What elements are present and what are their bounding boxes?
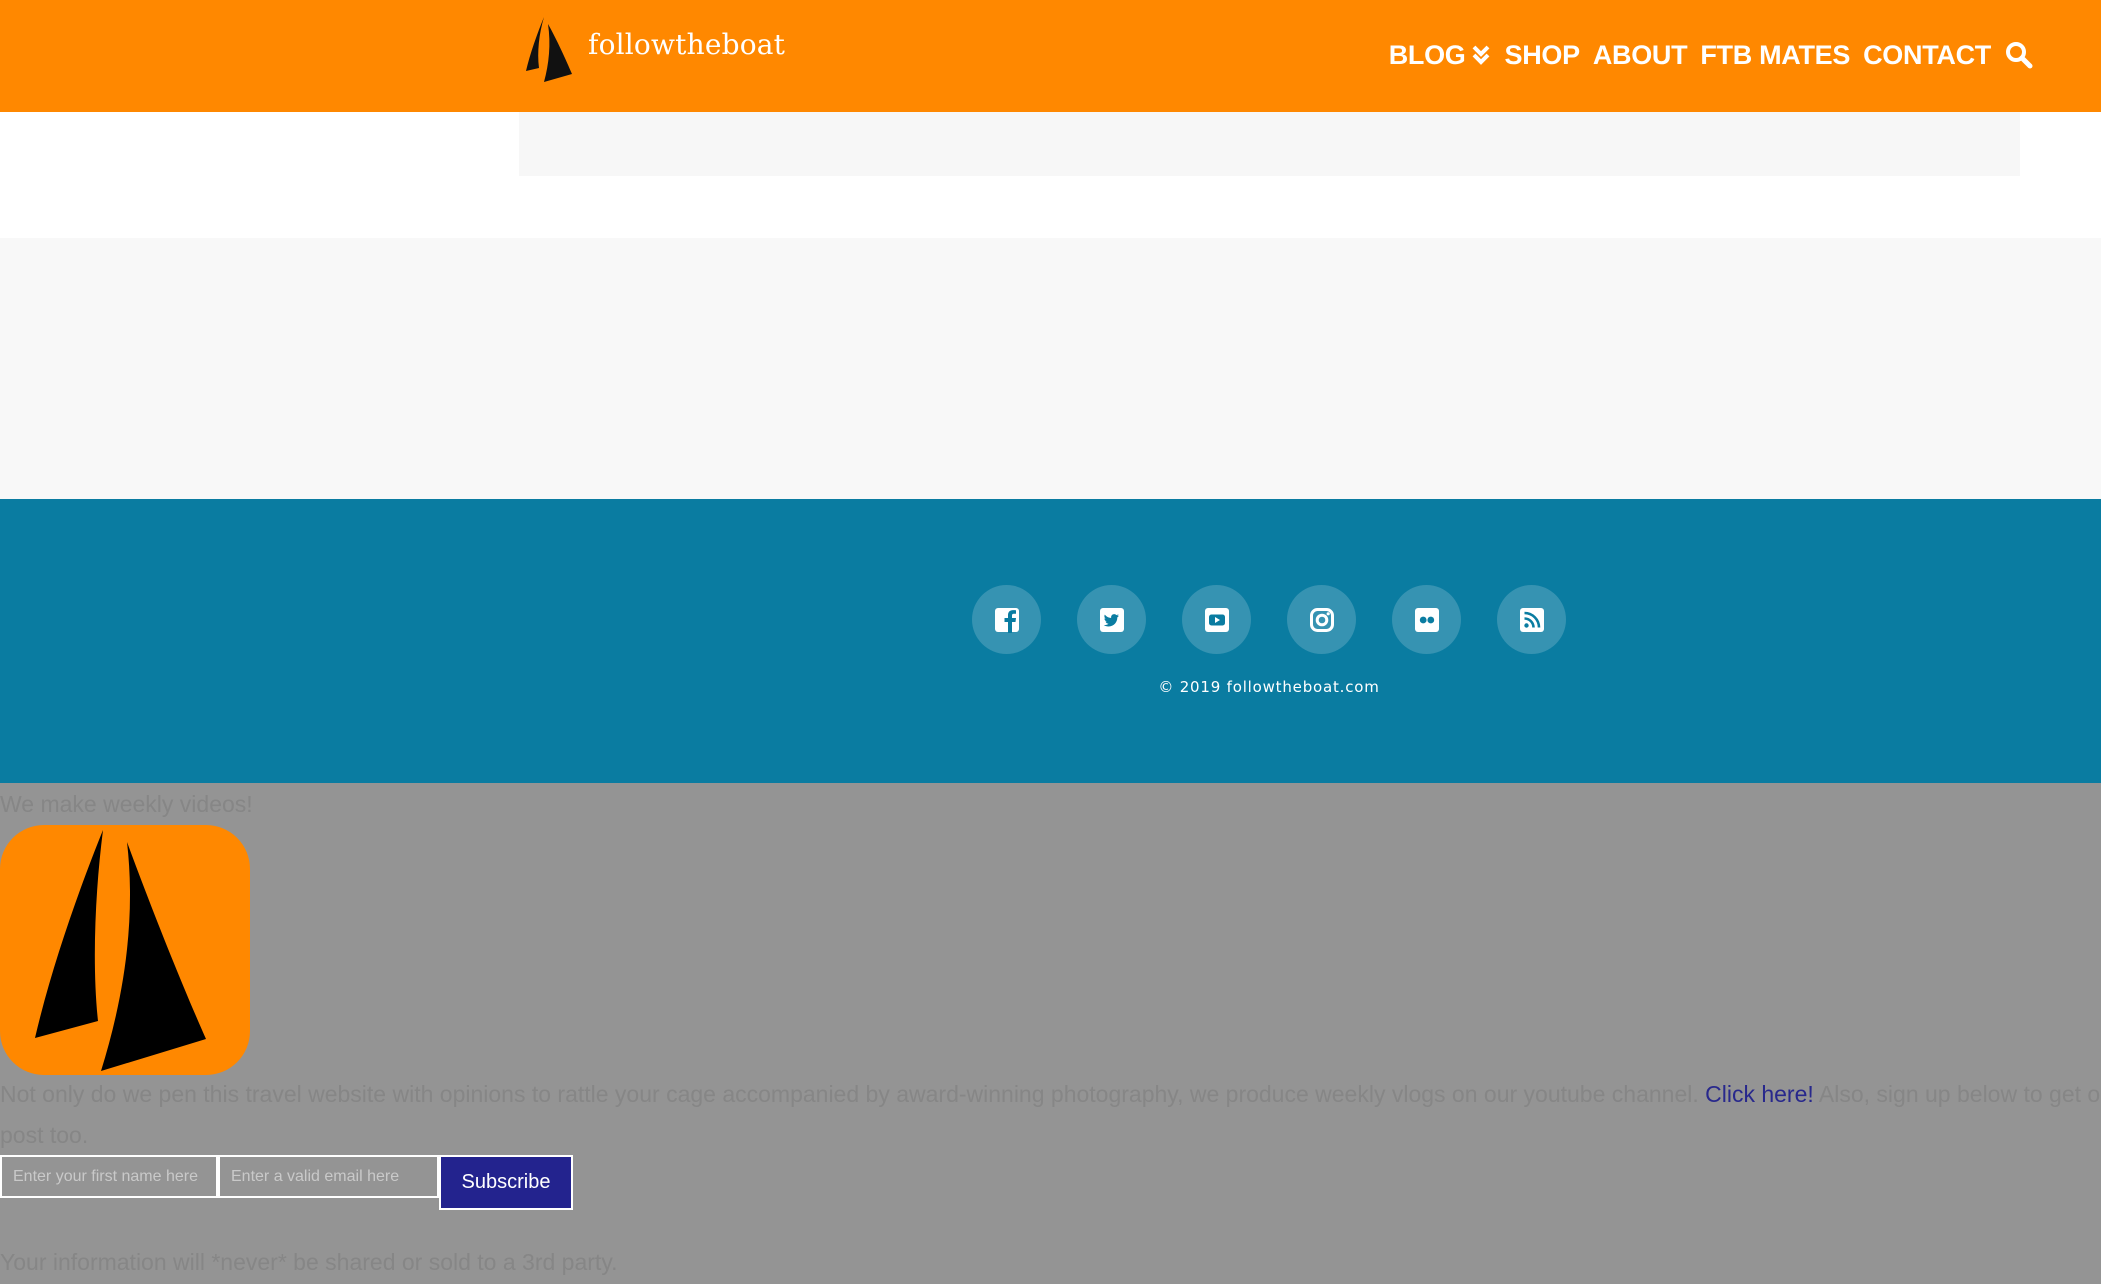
nav-item-label: ABOUT [1592, 39, 1688, 70]
instagram-link[interactable] [1287, 585, 1356, 654]
subscribe-popup: We make weekly videos! Not only do we pe… [0, 783, 2101, 1284]
nav-item-label: BLOG [1388, 39, 1466, 70]
nav-item-shop[interactable]: SHOP [1504, 39, 1580, 71]
copyright-text: © 2019 followtheboat.com [1158, 678, 1380, 696]
site-name: followtheboat [588, 27, 786, 61]
first-name-input[interactable] [0, 1155, 218, 1198]
nav-item-label: FTB MATES [1700, 39, 1851, 70]
subscribe-form: Subscribe [0, 1155, 573, 1210]
content-area [519, 112, 2020, 176]
site-footer: © 2019 followtheboat.com [0, 499, 2101, 783]
popup-description: Not only do we pen this travel website w… [0, 1074, 2101, 1156]
popup-text-before-link: Not only do we pen this travel website w… [0, 1081, 1706, 1107]
facebook-icon [994, 607, 1019, 633]
twitter-icon [1099, 607, 1124, 632]
nav-item-about[interactable]: ABOUT [1593, 40, 1688, 71]
nav-item-label: CONTACT [1863, 39, 1991, 70]
search-button[interactable] [2005, 40, 2035, 70]
youtube-channel-link[interactable]: Click here! [1705, 1081, 1814, 1107]
site-logo[interactable]: followtheboat [525, 14, 785, 84]
search-icon [2006, 42, 2033, 69]
sailboat-logo-icon [526, 17, 572, 82]
nav-item-contact[interactable]: CONTACT [1863, 40, 1991, 71]
site-header: followtheboat BLOG SHOP ABOUT FTB MATES … [0, 0, 2101, 112]
flickr-link[interactable] [1392, 585, 1461, 654]
main-nav: BLOG SHOP ABOUT FTB MATES CONTACT [1389, 30, 2035, 80]
email-input[interactable] [218, 1155, 439, 1198]
twitter-link[interactable] [1077, 585, 1146, 654]
youtube-link[interactable] [1182, 585, 1251, 654]
content-band [0, 238, 2101, 499]
nav-item-ftb-mates[interactable]: FTB MATES [1700, 40, 1850, 71]
rss-link[interactable] [1497, 585, 1566, 654]
subscribe-button[interactable]: Subscribe [439, 1155, 573, 1210]
sailboat-app-icon [0, 825, 250, 1075]
popup-description-line: Not only do we pen this travel website w… [0, 1074, 2101, 1115]
privacy-disclaimer: Your information will *never* be shared … [0, 1249, 618, 1275]
flickr-icon [1414, 607, 1439, 632]
rss-icon [1519, 607, 1544, 632]
youtube-icon [1204, 607, 1229, 632]
nav-item-blog[interactable]: BLOG [1389, 40, 1492, 71]
instagram-icon [1309, 607, 1334, 632]
facebook-link[interactable] [972, 585, 1041, 654]
nav-item-label: SHOP [1504, 39, 1580, 70]
double-chevron-down-icon [1473, 45, 1490, 65]
social-links [972, 585, 1566, 654]
popup-text-after-link: Also, sign up below to get our occasi [1818, 1081, 2101, 1107]
popup-description-line: post too. [0, 1122, 89, 1148]
popup-heading: We make weekly videos! [0, 791, 253, 817]
